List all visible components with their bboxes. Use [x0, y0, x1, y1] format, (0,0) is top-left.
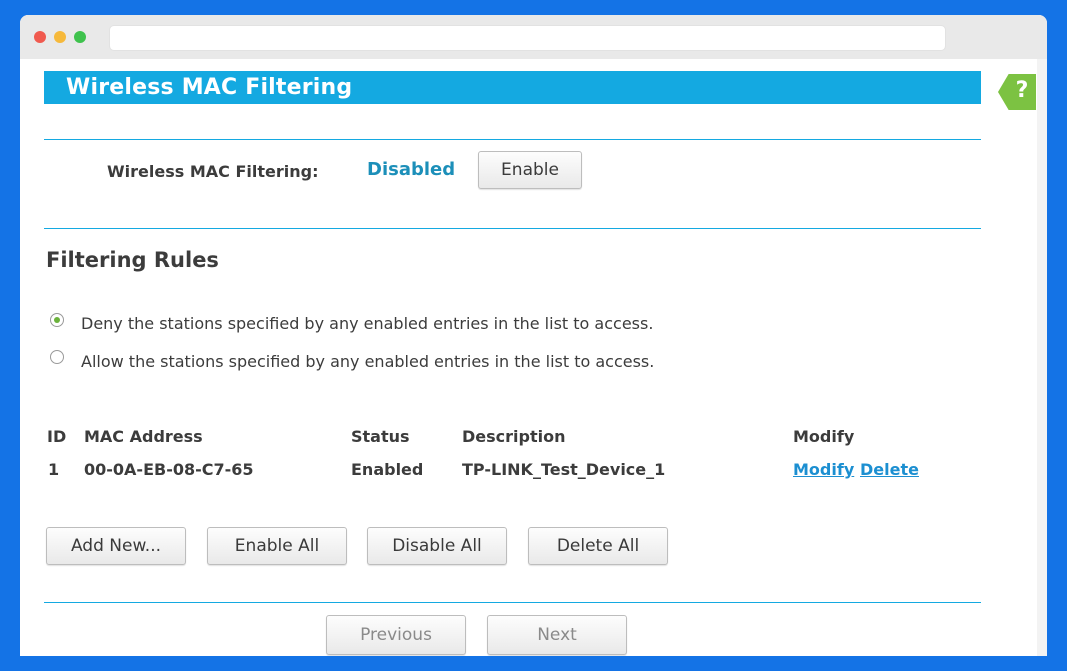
mac-filtering-label: Wireless MAC Filtering:: [107, 162, 319, 181]
question-icon[interactable]: ?: [1012, 76, 1032, 106]
delete-link[interactable]: Delete: [860, 460, 919, 479]
column-header-modify: Modify: [793, 427, 855, 446]
cell-mac: 00-0A-EB-08-C7-65: [84, 460, 254, 479]
divider: [44, 602, 981, 603]
enable-filtering-button[interactable]: Enable: [478, 151, 582, 189]
address-bar[interactable]: [109, 25, 946, 51]
cell-status: Enabled: [351, 460, 424, 479]
title-bar: [20, 15, 1047, 59]
divider: [44, 228, 981, 229]
column-header-status: Status: [351, 427, 410, 446]
browser-window: Wireless MAC Filtering ? Wireless MAC Fi…: [20, 15, 1047, 656]
minimize-window-button[interactable]: [54, 31, 66, 43]
mac-filtering-status: Disabled: [367, 159, 456, 180]
previous-button[interactable]: Previous: [326, 615, 466, 655]
divider: [44, 139, 981, 140]
page-title: Wireless MAC Filtering: [66, 75, 353, 100]
allow-radio[interactable]: [50, 350, 64, 364]
scrollbar-track[interactable]: [1037, 59, 1047, 656]
deny-radio-label[interactable]: Deny the stations specified by any enabl…: [81, 314, 653, 333]
delete-all-button[interactable]: Delete All: [528, 527, 668, 565]
filtering-rules-heading: Filtering Rules: [46, 248, 219, 272]
disable-all-button[interactable]: Disable All: [367, 527, 507, 565]
allow-radio-label[interactable]: Allow the stations specified by any enab…: [81, 352, 654, 371]
modify-link[interactable]: Modify: [793, 460, 854, 479]
enable-all-button[interactable]: Enable All: [207, 527, 347, 565]
cell-description: TP-LINK_Test_Device_1: [462, 460, 666, 479]
column-header-description: Description: [462, 427, 566, 446]
page-content: Wireless MAC Filtering ? Wireless MAC Fi…: [20, 59, 1037, 656]
close-window-button[interactable]: [34, 31, 46, 43]
maximize-window-button[interactable]: [74, 31, 86, 43]
column-header-id: ID: [47, 427, 67, 446]
column-header-mac: MAC Address: [84, 427, 203, 446]
add-new-button[interactable]: Add New...: [46, 527, 186, 565]
deny-radio[interactable]: [50, 313, 64, 327]
page-header-banner: Wireless MAC Filtering: [44, 71, 981, 104]
cell-id: 1: [48, 460, 60, 479]
next-button[interactable]: Next: [487, 615, 627, 655]
